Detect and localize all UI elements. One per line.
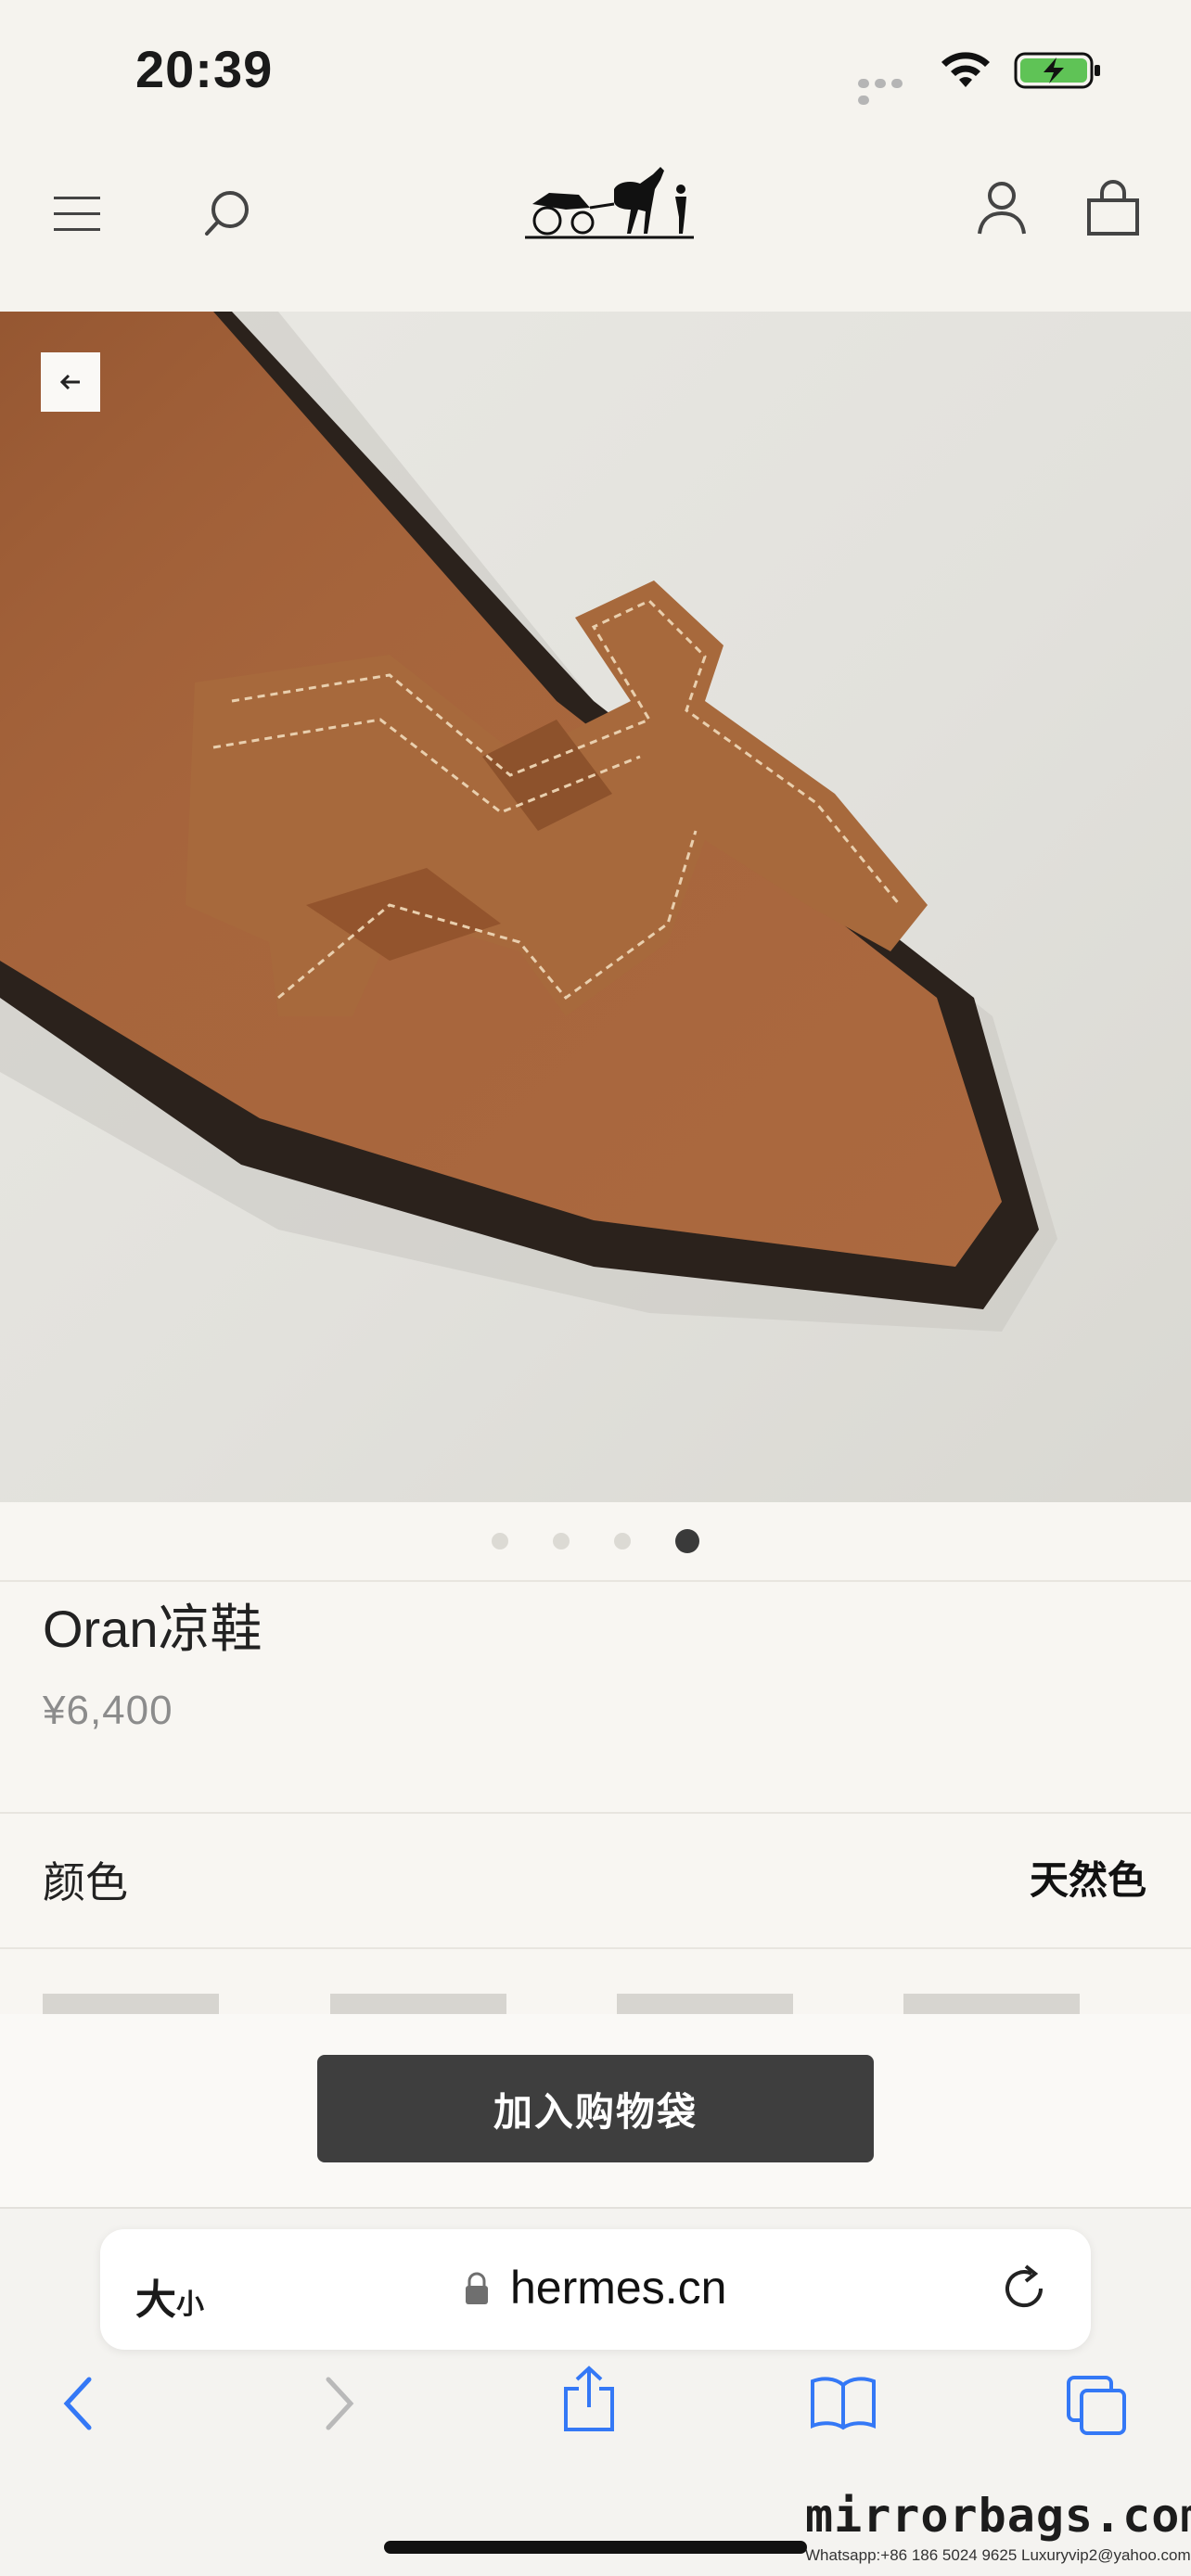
status-time: 20:39 — [135, 40, 274, 98]
product-title: Oran凉鞋 — [43, 1600, 263, 1658]
oran-sandal-photo — [0, 312, 1057, 1332]
lock-icon — [466, 2272, 488, 2304]
share-icon[interactable] — [560, 2365, 618, 2433]
tabs-icon[interactable] — [1065, 2374, 1128, 2437]
watermark-text: mirrorbags.com — [805, 2489, 1191, 2543]
product-price: ¥6,400 — [43, 1688, 173, 1733]
shopping-bag-icon[interactable] — [1085, 180, 1141, 237]
color-swatch[interactable] — [330, 1994, 506, 2014]
reload-icon[interactable] — [1000, 2263, 1052, 2315]
divider — [0, 1947, 1191, 1949]
back-button[interactable] — [41, 352, 100, 412]
add-to-bag-button[interactable]: 加入购物袋 — [317, 2055, 874, 2162]
status-bar: 20:39 — [0, 0, 1191, 139]
divider — [0, 1580, 1191, 1582]
menu-icon[interactable] — [52, 193, 102, 236]
color-value[interactable]: 天然色 — [1030, 1849, 1146, 1906]
search-icon[interactable] — [202, 187, 254, 239]
pagination-dot[interactable] — [553, 1533, 570, 1549]
image-pagination — [0, 1502, 1191, 1580]
hermes-carriage-logo[interactable] — [525, 161, 694, 239]
cellular-signal-icon — [858, 76, 923, 105]
arrow-left-icon — [59, 374, 80, 390]
url-domain[interactable]: hermes.cn — [510, 2261, 726, 2315]
bookmarks-icon[interactable] — [809, 2374, 877, 2431]
text-size-large: 大 — [135, 2277, 176, 2323]
home-indicator[interactable] — [384, 2541, 807, 2554]
pagination-dot[interactable] — [614, 1533, 631, 1549]
color-swatch[interactable] — [617, 1994, 793, 2014]
pagination-dot[interactable] — [492, 1533, 508, 1549]
text-size-button[interactable]: 大小 — [135, 2266, 204, 2326]
wifi-icon — [941, 52, 990, 87]
site-header — [0, 139, 1191, 312]
forward-nav-icon[interactable] — [321, 2374, 358, 2433]
color-swatch[interactable] — [43, 1994, 219, 2014]
battery-charging-icon — [1014, 52, 1100, 89]
divider — [0, 1812, 1191, 1814]
pagination-dot-active[interactable] — [675, 1529, 699, 1553]
address-bar[interactable]: 大小 hermes.cn — [100, 2229, 1091, 2350]
back-nav-icon[interactable] — [59, 2374, 96, 2433]
product-image[interactable] — [0, 312, 1191, 1502]
watermark-contact: Whatsapp:+86 186 5024 9625 Luxuryvip2@ya… — [805, 2546, 1191, 2564]
text-size-small: 小 — [176, 2289, 204, 2320]
color-label: 颜色 — [43, 1858, 128, 1906]
color-swatch[interactable] — [903, 1994, 1080, 2014]
user-icon[interactable] — [976, 180, 1028, 236]
